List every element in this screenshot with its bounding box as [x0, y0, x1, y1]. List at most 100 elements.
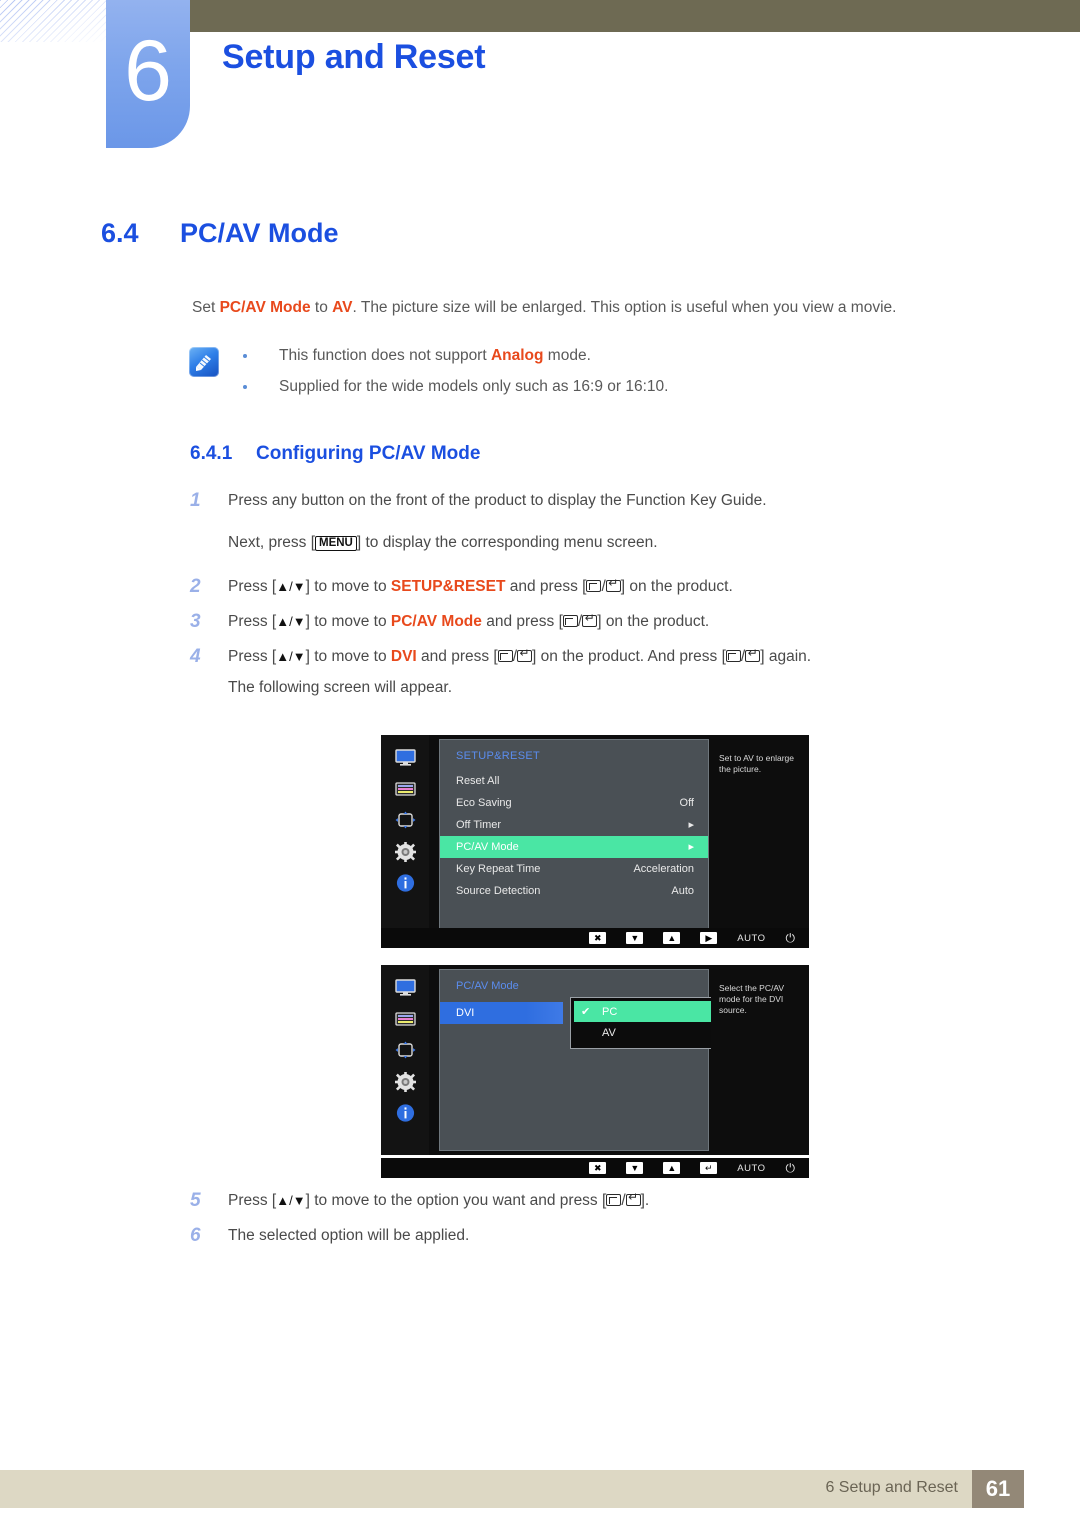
updown-arrows-icon: ▲/▼: [276, 614, 306, 629]
close-button-icon[interactable]: ✖: [589, 1162, 607, 1174]
subsection-number: 6.4.1: [190, 443, 233, 464]
step5-b: ] to move to the option you want and pre…: [305, 1192, 607, 1209]
row-label: Key Repeat Time: [456, 863, 541, 875]
note-text: Supplied for the wide models only such a…: [279, 378, 669, 395]
info-icon: [395, 873, 416, 892]
step-1: 1 Press any button on the front of the p…: [190, 490, 1030, 554]
updown-arrows-icon: ▲/▼: [276, 649, 306, 664]
step-number: 6: [190, 1225, 201, 1246]
option-label: PC: [602, 1006, 618, 1018]
step-text: The selected option will be applied.: [228, 1227, 470, 1244]
step2-d: ] on the product.: [620, 578, 733, 595]
up-button-icon[interactable]: ▲: [663, 1162, 681, 1174]
intro-part1: Set: [192, 299, 220, 316]
osd2-menu-panel: PC/AV Mode DVI ✔ PC AV: [439, 969, 717, 1151]
info-icon: [395, 1103, 416, 1122]
step-5: 5 Press [▲/▼] to move to the option you …: [190, 1190, 1030, 1214]
row-label: Off Timer: [456, 819, 502, 831]
close-button-icon[interactable]: ✖: [589, 932, 607, 944]
step4-c: and press [: [416, 648, 498, 665]
enter-button-icon: [582, 612, 598, 627]
enter-button-icon[interactable]: ↵: [700, 1162, 718, 1174]
source-button-icon: [586, 580, 602, 592]
osd1-sidebar: [381, 735, 429, 947]
osd1-button-bar: ✖ ▼ ▲ ▶ AUTO ⏻: [381, 928, 809, 948]
osd1-row-eco-saving[interactable]: Eco Saving Off: [440, 792, 708, 814]
step-number: 4: [190, 646, 201, 667]
size-position-icon: [395, 1041, 416, 1059]
step3-d: ] on the product.: [597, 613, 710, 630]
step-number: 5: [190, 1190, 201, 1211]
osd1-menu-title: SETUP&RESET: [456, 750, 540, 762]
down-button-icon[interactable]: ▼: [626, 1162, 644, 1174]
auto-button-label[interactable]: AUTO: [737, 933, 765, 944]
row-label: PC/AV Mode: [456, 841, 519, 853]
step4-b: ] to move to: [305, 648, 391, 665]
auto-button-label[interactable]: AUTO: [737, 1163, 765, 1174]
source-button-icon: [606, 1194, 622, 1206]
note-pre: This function does not support: [279, 347, 491, 364]
intro-part3: . The picture size will be enlarged. Thi…: [352, 299, 897, 316]
osd2-option-pc[interactable]: ✔ PC: [574, 1001, 713, 1022]
row-label: Reset All: [456, 775, 500, 787]
step2-c: and press [: [505, 578, 587, 595]
osd2-menu-title: PC/AV Mode: [456, 980, 519, 992]
subline-pre: Next, press [: [228, 534, 315, 551]
updown-arrows-icon: ▲/▼: [276, 1193, 306, 1208]
right-button-icon[interactable]: ▶: [700, 932, 718, 944]
up-button-icon[interactable]: ▲: [663, 932, 681, 944]
document-page: 6 Setup and Reset 6.4 PC/AV Mode Set PC/…: [0, 0, 1080, 1527]
enter-button-icon: [517, 647, 533, 662]
osd2-sidebar: [381, 965, 429, 1155]
osd-screenshot-pc-av-mode: PC/AV Mode DVI ✔ PC AV Select the PC/AV …: [381, 965, 809, 1155]
osd2-button-bar: ✖ ▼ ▲ ↵ AUTO ⏻: [381, 1158, 809, 1178]
step4-d: ] on the product. And press [: [532, 648, 726, 665]
header-olive-bar: [190, 0, 1080, 32]
note-icon: [189, 347, 219, 377]
footer-text: 6 Setup and Reset: [825, 1479, 958, 1496]
row-label: Eco Saving: [456, 797, 512, 809]
section-title: PC/AV Mode: [180, 218, 339, 248]
intro-bold-av: AV: [332, 299, 353, 316]
step2-b: ] to move to: [305, 578, 391, 595]
osd2-option-dropdown: ✔ PC AV: [570, 997, 717, 1049]
down-button-icon[interactable]: ▼: [626, 932, 644, 944]
source-button-icon: [562, 615, 578, 627]
gear-icon: [394, 1072, 416, 1092]
step-4-followup: The following screen will appear.: [228, 679, 453, 696]
steps-list-tail: 5 Press [▲/▼] to move to the option you …: [190, 1190, 1030, 1260]
power-button-icon[interactable]: ⏻: [786, 1161, 796, 1176]
osd1-row-key-repeat-time[interactable]: Key Repeat Time Acceleration: [440, 858, 708, 880]
osd1-help-text: Set to AV to enlarge the picture.: [711, 735, 809, 947]
note-bold: Analog: [490, 347, 544, 364]
step-text: Press [▲/▼] to move to DVI and press [/]…: [228, 646, 1030, 668]
power-button-icon[interactable]: ⏻: [786, 931, 796, 946]
step4-e: ] again.: [760, 648, 812, 665]
step5-c: ].: [640, 1192, 650, 1209]
row-value: Off: [679, 797, 694, 809]
intro-bold-pcav: PC/AV Mode: [219, 299, 311, 316]
submenu-arrow-icon: ▸: [688, 841, 694, 853]
chapter-title: Setup and Reset: [222, 38, 486, 76]
source-button-icon: [725, 650, 741, 662]
step-text: Press any button on the front of the pro…: [228, 492, 767, 509]
note-list: This function does not support Analog mo…: [243, 345, 1033, 407]
note-post: mode.: [543, 347, 591, 364]
osd1-row-source-detection[interactable]: Source Detection Auto: [440, 880, 708, 902]
subsection-title: Configuring PC/AV Mode: [256, 443, 481, 464]
step-6: 6 The selected option will be applied.: [190, 1225, 1030, 1249]
step-text: Press [▲/▼] to move to SETUP&RESET and p…: [228, 576, 1030, 598]
note-item: Supplied for the wide models only such a…: [243, 376, 1033, 407]
bullet-icon: [243, 385, 247, 389]
step-3: 3 Press [▲/▼] to move to PC/AV Mode and …: [190, 611, 1030, 635]
steps-list: 1 Press any button on the front of the p…: [190, 490, 1030, 710]
size-position-icon: [395, 811, 416, 829]
osd1-row-pc-av-mode[interactable]: PC/AV Mode ▸: [440, 836, 708, 858]
step2-a: Press [: [228, 578, 277, 595]
step-1-subline: Next, press [MENU] to display the corres…: [228, 532, 1030, 554]
osd1-row-off-timer[interactable]: Off Timer ▸: [440, 814, 708, 836]
osd2-source-row-dvi[interactable]: DVI: [440, 1002, 563, 1024]
enter-button-icon: [605, 577, 621, 592]
osd2-option-av[interactable]: AV: [571, 1022, 716, 1044]
osd1-row-reset-all[interactable]: Reset All: [440, 770, 708, 792]
